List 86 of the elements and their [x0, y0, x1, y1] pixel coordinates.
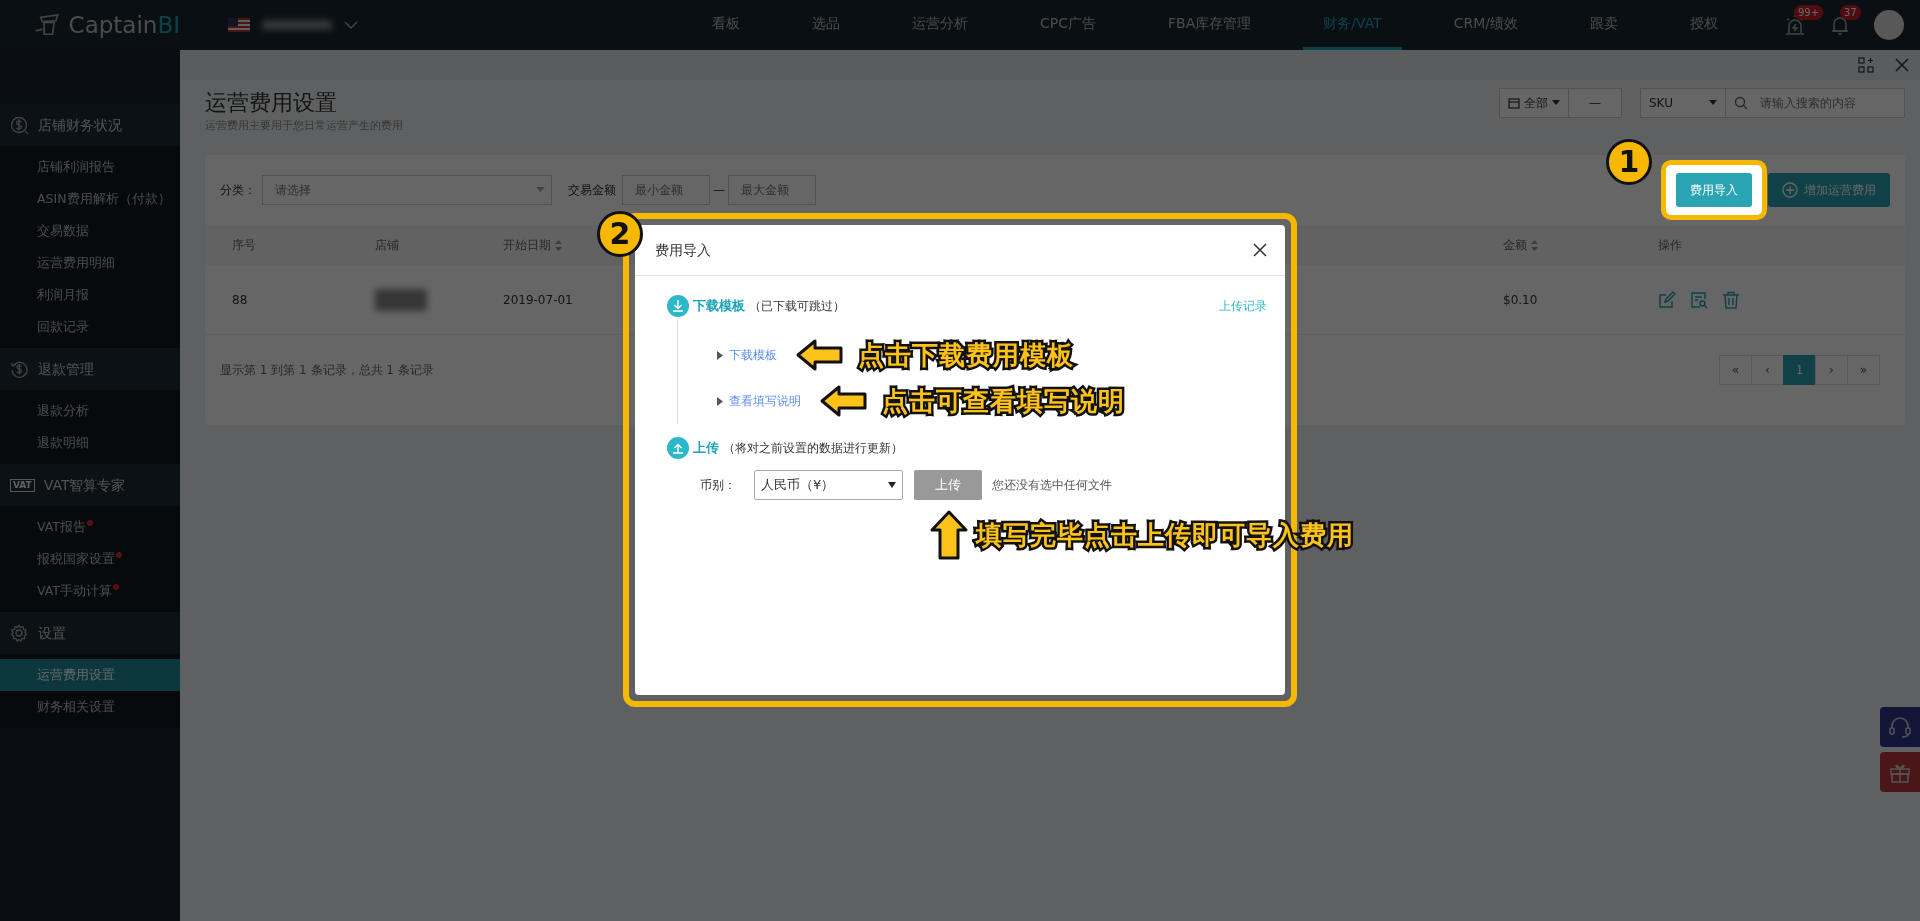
- link[interactable]: 查看填写说明: [729, 392, 801, 410]
- range-separator: —: [713, 182, 725, 199]
- field-label: 交易金额: [568, 182, 616, 199]
- table-cell-text: $0.10: [1502, 291, 1538, 309]
- refund-icon: [10, 359, 29, 379]
- page-button[interactable]: 1: [1783, 355, 1816, 385]
- upload-button[interactable]: 上传: [914, 470, 982, 500]
- sidebar-group-title[interactable]: 店铺财务状况: [38, 114, 122, 136]
- date-filter-dropdown[interactable]: 全部: [1499, 88, 1569, 118]
- delete-icon[interactable]: [1722, 290, 1740, 309]
- search-icon: [1734, 96, 1748, 110]
- page-button[interactable]: «: [1719, 355, 1752, 385]
- sidebar-item[interactable]: 回款记录: [37, 317, 89, 337]
- up-arrow-icon: [930, 510, 968, 560]
- sidebar-group-title[interactable]: VAT智算专家: [43, 474, 126, 496]
- sku-dropdown[interactable]: SKU: [1640, 88, 1726, 118]
- sidebar-item[interactable]: 财务相关设置: [37, 697, 115, 717]
- file-status-text: 您还没有选中任何文件: [992, 477, 1112, 494]
- support-button[interactable]: [1880, 707, 1920, 747]
- avatar[interactable]: [1874, 10, 1904, 40]
- upload-icon: [667, 437, 689, 459]
- close-icon[interactable]: [1253, 243, 1267, 257]
- count-badge: 99+: [1794, 5, 1824, 20]
- step-note: （将对之前设置的数据进行更新）: [723, 440, 903, 457]
- annotation-text: 填写完毕点击上传即可导入费用: [976, 518, 1354, 552]
- step-title: 下载模板: [693, 297, 745, 316]
- blurred-store-name: [262, 20, 332, 30]
- step-marker: 1: [1606, 139, 1652, 185]
- page-button[interactable]: ‹: [1751, 355, 1784, 385]
- page-button[interactable]: ›: [1815, 355, 1848, 385]
- page-button[interactable]: »: [1847, 355, 1880, 385]
- caret-icon: [1709, 100, 1717, 106]
- nav-tab[interactable]: CRM/绩效: [1433, 0, 1538, 50]
- add-expense-button[interactable]: 增加运营费用: [1768, 173, 1890, 207]
- sidebar-group-title[interactable]: 设置: [38, 622, 66, 644]
- count-badge: 37: [1840, 5, 1861, 20]
- chevron-down-icon[interactable]: [344, 20, 358, 30]
- dialog-title: 费用导入: [655, 240, 711, 260]
- sidebar-item[interactable]: VAT手动计算: [37, 581, 112, 601]
- download-icon: [667, 295, 689, 317]
- table-cell-text: 2019-07-01: [502, 291, 573, 309]
- grid-icon[interactable]: [1858, 57, 1874, 73]
- annotation-text: 点击可查看填写说明: [882, 384, 1125, 418]
- page-title: 运营费用设置: [205, 89, 338, 117]
- nav-tab[interactable]: 跟卖: [1570, 0, 1638, 50]
- import-button[interactable]: 费用导入: [1676, 173, 1752, 207]
- triangle-right-icon: [717, 396, 723, 406]
- nav-tab[interactable]: 授权: [1670, 0, 1738, 50]
- sidebar-item[interactable]: VAT报告: [37, 517, 86, 537]
- caret-icon: [888, 482, 896, 488]
- settings-icon: [10, 623, 29, 643]
- column-header: 操作: [1658, 237, 1682, 254]
- plus-circle-icon: [1782, 182, 1798, 198]
- headset-icon: [1888, 715, 1912, 739]
- table-cell-text: 88: [231, 291, 248, 309]
- annotation-text: 点击下载费用模板: [858, 338, 1074, 372]
- step-title: 上传: [693, 439, 719, 458]
- field-label: 分类：: [220, 182, 256, 199]
- gift-button[interactable]: [1880, 752, 1920, 792]
- vat-icon: VAT: [10, 478, 35, 492]
- pointer-arrow-icon: [819, 383, 868, 419]
- dollar-icon: [10, 115, 29, 135]
- nav-tab[interactable]: 看板: [692, 0, 760, 50]
- field-label: 币别：: [700, 477, 736, 494]
- blurred-store-name: [375, 288, 427, 311]
- sidebar-item[interactable]: 交易数据: [37, 221, 89, 241]
- caret-icon: [1552, 100, 1560, 106]
- alarm-light-icon[interactable]: [1784, 14, 1806, 36]
- calendar-icon: [1508, 97, 1520, 109]
- triangle-right-icon: [717, 350, 723, 360]
- dash-button[interactable]: —: [1568, 88, 1622, 118]
- view-icon[interactable]: [1690, 290, 1708, 309]
- sidebar-item[interactable]: 运营费用设置: [37, 665, 115, 685]
- edit-icon[interactable]: [1658, 290, 1676, 309]
- nav-tab[interactable]: CPC广告: [1020, 0, 1116, 50]
- pointer-arrow-icon: [795, 337, 844, 373]
- bell-icon[interactable]: [1830, 14, 1850, 36]
- currency-select[interactable]: 人民币（¥）: [754, 470, 903, 500]
- upload-history-link[interactable]: 上传记录: [1219, 297, 1267, 315]
- caret-icon: [536, 187, 545, 193]
- column-header[interactable]: 金额: [1476, 236, 1538, 254]
- link[interactable]: 下载模板: [729, 346, 777, 364]
- flag-icon: [228, 18, 250, 32]
- step-note: （已下载可跳过）: [749, 298, 845, 315]
- sidebar-item[interactable]: 报税国家设置: [37, 549, 115, 569]
- sidebar-item[interactable]: 退款分析: [37, 401, 89, 421]
